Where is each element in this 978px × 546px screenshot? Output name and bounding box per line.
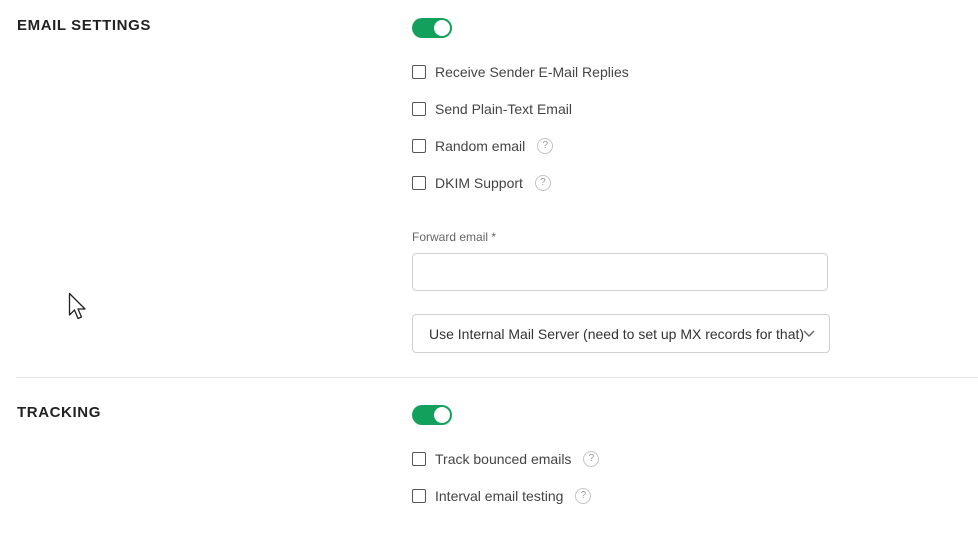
question-circle-icon[interactable]: ? (534, 175, 551, 191)
chevron-down-icon (803, 330, 815, 337)
tracking-toggle[interactable] (412, 405, 452, 425)
option-track-bounced[interactable]: Track bounced emails ? (412, 450, 600, 468)
option-send-plain-text[interactable]: Send Plain-Text Email (412, 100, 572, 118)
question-circle-icon[interactable]: ? (583, 451, 600, 467)
forward-email-label: Forward email * (412, 230, 497, 244)
mouse-pointer-icon (68, 292, 86, 320)
question-circle-icon[interactable]: ? (575, 488, 592, 504)
option-label: Track bounced emails (435, 451, 572, 467)
interval-testing-checkbox[interactable] (412, 489, 426, 503)
option-label: Interval email testing (435, 488, 564, 504)
toggle-knob (434, 407, 450, 423)
option-receive-sender-replies[interactable]: Receive Sender E-Mail Replies (412, 63, 629, 81)
settings-page: EMAIL SETTINGS Receive Sender E-Mail Rep… (0, 0, 978, 546)
track-bounced-checkbox[interactable] (412, 452, 426, 466)
option-label: Random email (435, 138, 526, 154)
option-label: Receive Sender E-Mail Replies (435, 64, 629, 80)
forward-email-input[interactable] (412, 253, 828, 291)
send-plain-text-checkbox[interactable] (412, 102, 426, 116)
random-email-checkbox[interactable] (412, 139, 426, 153)
tracking-title: TRACKING (17, 404, 101, 421)
question-circle-icon[interactable]: ? (537, 138, 554, 154)
option-interval-testing[interactable]: Interval email testing ? (412, 487, 592, 505)
dkim-support-checkbox[interactable] (412, 176, 426, 190)
mail-server-select[interactable]: Use Internal Mail Server (need to set up… (412, 314, 830, 353)
email-settings-toggle[interactable] (412, 18, 452, 38)
mail-server-selected-value: Use Internal Mail Server (need to set up… (429, 326, 805, 342)
option-label: Send Plain-Text Email (435, 101, 572, 117)
option-label: DKIM Support (435, 175, 523, 191)
option-dkim-support[interactable]: DKIM Support ? (412, 174, 551, 192)
option-random-email[interactable]: Random email ? (412, 137, 554, 155)
toggle-knob (434, 20, 450, 36)
receive-sender-replies-checkbox[interactable] (412, 65, 426, 79)
email-settings-title: EMAIL SETTINGS (17, 17, 151, 34)
section-divider (16, 377, 978, 378)
